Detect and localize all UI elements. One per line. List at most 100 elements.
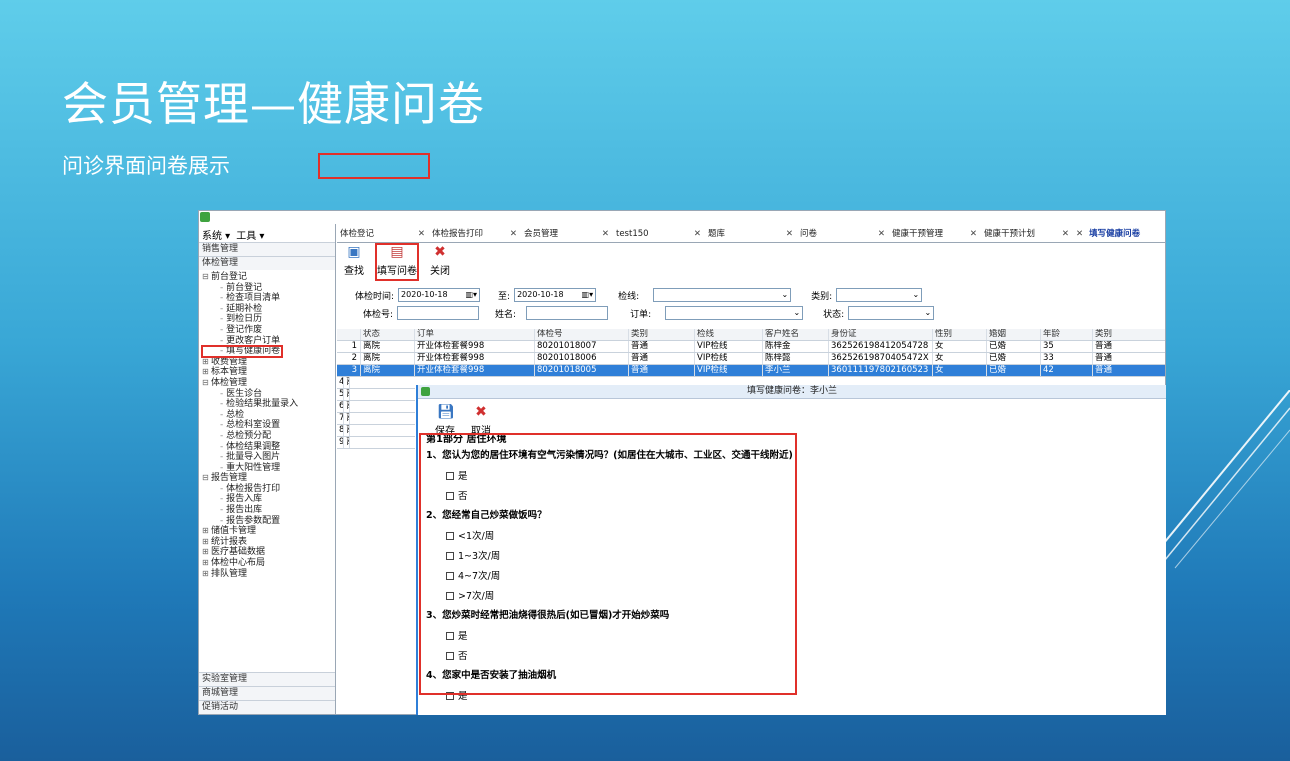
tree-item[interactable]: - 检查项目清单 — [202, 293, 335, 304]
column-header[interactable]: 状态 — [361, 329, 415, 340]
column-header[interactable]: 检线 — [695, 329, 763, 340]
column-header[interactable]: 年龄 — [1041, 329, 1093, 340]
order-select[interactable]: ⌄ — [665, 306, 804, 320]
close-icon[interactable]: ✕ — [418, 227, 425, 242]
table-row[interactable]: 2 离院 开业体检套餐998 80201018006 普通 VIP检线 陈梓懿 3625261… — [337, 353, 1165, 365]
column-header[interactable]: 类别 — [1093, 329, 1165, 340]
column-header[interactable]: 客户姓名 — [763, 329, 829, 340]
collapse-icon[interactable]: ⊟ — [202, 473, 211, 484]
tab[interactable]: 问卷 ✕ — [797, 227, 889, 242]
table-row[interactable]: 3 离院 开业体检套餐998 80201018005 普通 VIP检线 李小兰 3601111… — [337, 365, 1165, 377]
table-row[interactable]: 7离院 — [337, 413, 415, 425]
save-button[interactable]: 💾︎ 保存 — [432, 405, 458, 438]
column-header[interactable]: 体检号 — [535, 329, 629, 340]
close-icon[interactable]: ✕ — [694, 227, 701, 242]
collapse-icon[interactable]: ⊟ — [202, 272, 211, 283]
category-select[interactable]: ⌄ — [836, 288, 923, 302]
column-header[interactable]: 类别 — [629, 329, 695, 340]
tree-item[interactable]: - 总检预分配 — [202, 431, 335, 442]
tree-item[interactable]: - 报告入库 — [202, 494, 335, 505]
menu-system[interactable]: 系统 ▾ — [202, 227, 230, 242]
tab[interactable]: 题库 ✕ — [705, 227, 797, 242]
tree-item[interactable]: - 批量导入图片 — [202, 452, 335, 463]
close-icon[interactable]: ✕ — [1076, 227, 1083, 242]
collapse-icon[interactable]: ⊟ — [202, 378, 211, 389]
cancel-button[interactable]: ✖ 取消 — [468, 405, 494, 438]
column-header[interactable] — [337, 329, 361, 340]
tab[interactable]: test150 ✕ — [613, 227, 705, 242]
tab[interactable]: 健康干预计划 ✕ — [981, 227, 1073, 242]
table-row[interactable]: 1 离院 开业体检套餐998 80201018007 普通 VIP检线 陈梓金 3625261… — [337, 341, 1165, 353]
close-icon[interactable]: ✕ — [510, 227, 517, 242]
table-row[interactable]: 6离院 — [337, 401, 415, 413]
tree-item[interactable]: - 总检 — [202, 410, 335, 421]
search-button[interactable]: ▣ 查找 — [339, 245, 369, 279]
tree-item[interactable]: - 到检日历 — [202, 314, 335, 325]
sidebar-section[interactable]: 实验室管理 — [199, 672, 335, 686]
tree-item[interactable]: ⊞ 医疗基础数据 — [202, 547, 335, 558]
column-header[interactable]: 婚姻 — [987, 329, 1041, 340]
tree-item[interactable]: - 报告出库 — [202, 505, 335, 516]
tab[interactable]: ✕ 填写健康问卷 — [1073, 227, 1165, 242]
tree-item[interactable]: - 体检报告打印 — [202, 484, 335, 495]
tree-item[interactable]: - 延期补检 — [202, 304, 335, 315]
package-select[interactable]: ⌄ — [653, 288, 792, 302]
tree-item[interactable]: - 登记作废 — [202, 325, 335, 336]
tree-item-label: 标本管理 — [211, 367, 248, 378]
tree-item[interactable]: - 前台登记 — [202, 283, 335, 294]
expand-icon[interactable]: ⊞ — [202, 526, 211, 537]
column-header[interactable]: 订单 — [415, 329, 535, 340]
tree-item[interactable]: ⊞ 排队管理 — [202, 569, 335, 580]
table-row[interactable]: 5离院 — [337, 389, 415, 401]
highlight-box-questions — [419, 433, 797, 695]
tree-item[interactable]: - 总检科室设置 — [202, 420, 335, 431]
close-icon[interactable]: ✕ — [1062, 227, 1069, 242]
close-icon[interactable]: ✕ — [878, 227, 885, 242]
expand-icon[interactable]: ⊞ — [202, 537, 211, 548]
tree-item[interactable]: - 检验结果批量录入 — [202, 399, 335, 410]
table-row[interactable]: 4离院 — [337, 377, 415, 389]
tab[interactable]: 体检报告打印 ✕ — [429, 227, 521, 242]
tree-item[interactable]: - 报告参数配置 — [202, 516, 335, 527]
tree-item[interactable]: ⊟ 前台登记 — [202, 272, 335, 283]
expand-icon[interactable]: ⊞ — [202, 558, 211, 569]
close-icon[interactable]: ✕ — [970, 227, 977, 242]
exam-no-input[interactable] — [397, 306, 480, 320]
fill-questionnaire-button[interactable]: ▤ 填写问卷 — [375, 243, 419, 281]
tree-item[interactable]: ⊞ 体检中心布局 — [202, 558, 335, 569]
tree-item[interactable]: ⊞ 收费管理 — [202, 357, 335, 368]
tree-item[interactable]: - 填写健康问卷 — [201, 345, 283, 358]
menu-tools[interactable]: 工具 ▾ — [236, 227, 264, 242]
expand-icon[interactable]: ⊞ — [202, 569, 211, 580]
date-to-field[interactable]: 2020-10-18 ▥▾ — [514, 288, 597, 302]
expand-icon[interactable]: ⊞ — [202, 547, 211, 558]
close-icon[interactable]: ✕ — [602, 227, 609, 242]
tab[interactable]: 健康干预管理 ✕ — [889, 227, 981, 242]
tree-item[interactable]: ⊟ 报告管理 — [202, 473, 335, 484]
tree-item[interactable]: - 体检结果调整 — [202, 442, 335, 453]
tree-item[interactable]: ⊞ 统计报表 — [202, 537, 335, 548]
status-select[interactable]: ⌄ — [848, 306, 935, 320]
tree-item[interactable]: ⊞ 标本管理 — [202, 367, 335, 378]
column-header[interactable]: 性别 — [933, 329, 987, 340]
sidebar-section[interactable]: 销售管理 — [199, 242, 335, 256]
tree-item[interactable]: ⊟ 体检管理 — [202, 378, 335, 389]
sidebar-section[interactable]: 促销活动 — [199, 700, 335, 714]
date-from-field[interactable]: 2020-10-18 ▥▾ — [398, 288, 481, 302]
close-button[interactable]: ✖ 关闭 — [425, 245, 455, 279]
tree-item[interactable]: - 重大阳性管理 — [202, 463, 335, 474]
expand-icon[interactable]: ⊞ — [202, 357, 211, 368]
sidebar-section[interactable]: 商城管理 — [199, 686, 335, 700]
tree-item[interactable]: - 更改客户订单 — [202, 336, 335, 347]
close-icon[interactable]: ✕ — [786, 227, 793, 242]
tree-item[interactable]: ⊞ 储值卡管理 — [202, 526, 335, 537]
expand-icon[interactable]: ⊞ — [202, 367, 211, 378]
sidebar-section[interactable]: 体检管理 — [199, 256, 335, 270]
tab[interactable]: 体检登记 ✕ — [337, 227, 429, 242]
tab[interactable]: 会员管理 ✕ — [521, 227, 613, 242]
table-row[interactable]: 8离院 — [337, 425, 415, 437]
name-input[interactable] — [526, 306, 609, 320]
column-header[interactable]: 身份证 — [829, 329, 933, 340]
tree-item[interactable]: - 医生诊台 — [202, 389, 335, 400]
table-row[interactable]: 9离院 — [337, 437, 415, 449]
